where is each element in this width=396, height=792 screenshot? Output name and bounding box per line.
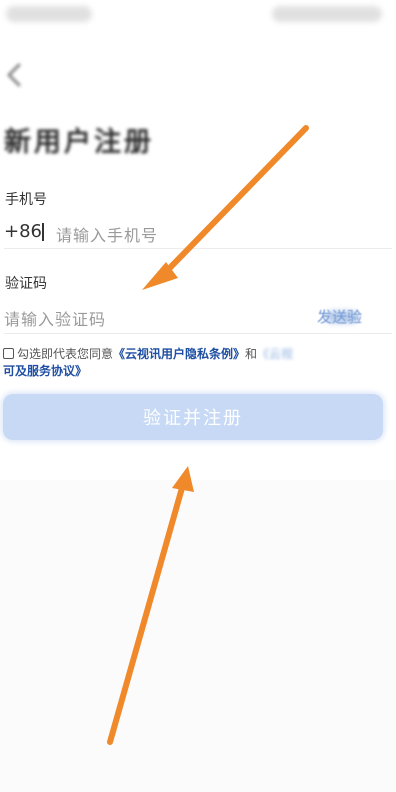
agreement-text: 勾选即代表您同意《云视讯用户隐私条例》和《云视 可及服务协议》 bbox=[3, 346, 383, 380]
divider bbox=[4, 248, 392, 249]
country-code[interactable]: +86 bbox=[4, 221, 42, 242]
agreement-prefix: 勾选即代表您同意 bbox=[17, 347, 114, 361]
phone-field[interactable]: +86 请输入手机号 bbox=[4, 218, 392, 248]
register-page: 新用户注册 手机号 +86 请输入手机号 验证码 请输入验证码 发送验 勾选即代… bbox=[0, 0, 396, 792]
empty-area bbox=[0, 480, 396, 792]
page-title: 新用户注册 bbox=[4, 127, 154, 158]
send-code-button[interactable]: 发送验 bbox=[317, 306, 362, 327]
service-link-blurred[interactable]: 《云视 bbox=[257, 347, 293, 361]
status-bar-right-icons bbox=[272, 6, 382, 22]
submit-label: 验证并注册 bbox=[143, 408, 243, 429]
arrow-to-code-field bbox=[142, 125, 309, 290]
agree-checkbox[interactable] bbox=[3, 348, 14, 359]
code-field[interactable]: 请输入验证码 发送验 bbox=[4, 302, 392, 332]
service-link[interactable]: 可及服务协议》 bbox=[3, 364, 87, 378]
divider bbox=[4, 333, 392, 334]
privacy-link[interactable]: 《云视讯用户隐私条例》 bbox=[113, 347, 245, 361]
phone-label: 手机号 bbox=[5, 192, 47, 208]
code-label: 验证码 bbox=[5, 276, 47, 292]
phone-input[interactable]: 请输入手机号 bbox=[56, 222, 158, 246]
back-chevron-icon[interactable] bbox=[4, 62, 26, 88]
code-input[interactable]: 请输入验证码 bbox=[4, 306, 106, 330]
status-bar bbox=[0, 0, 396, 30]
text-cursor bbox=[42, 223, 44, 241]
agreement-connector: 和 bbox=[245, 347, 258, 361]
status-bar-left-icons bbox=[6, 6, 92, 22]
verify-register-button[interactable]: 验证并注册 bbox=[3, 394, 383, 440]
